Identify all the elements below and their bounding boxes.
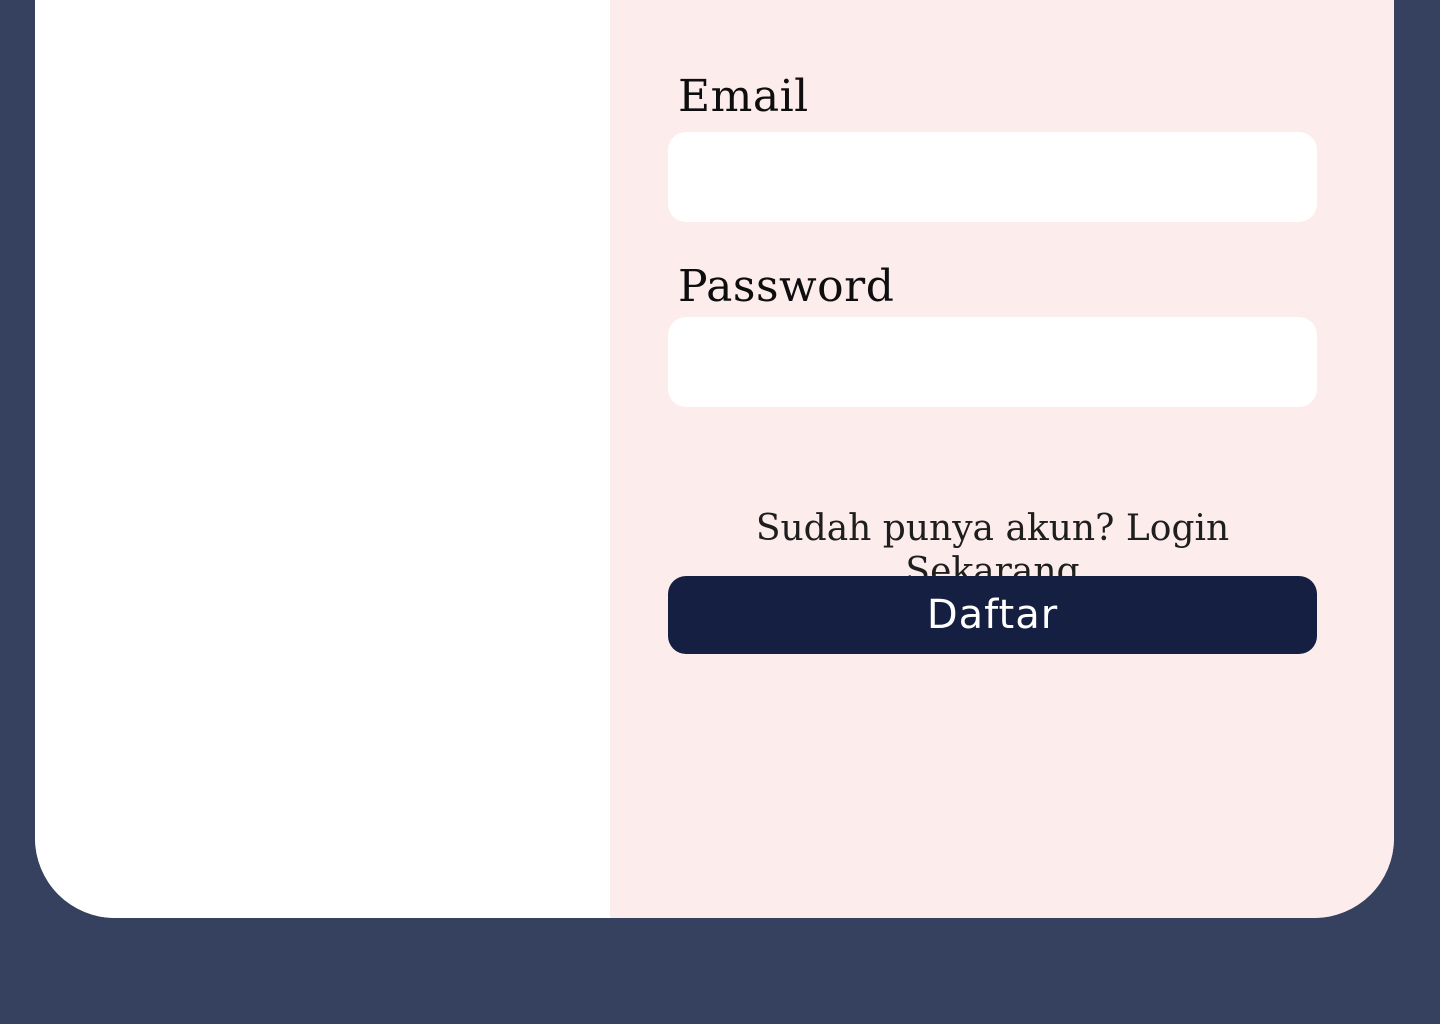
- password-label: Password: [678, 261, 895, 312]
- left-panel: [35, 0, 610, 918]
- register-form-panel: Email Password Sudah punya akun? Login S…: [610, 0, 1394, 918]
- email-field[interactable]: [668, 132, 1317, 222]
- email-label: Email: [678, 71, 809, 122]
- login-prompt-text: Sudah punya akun?: [755, 508, 1115, 549]
- register-button[interactable]: Daftar: [668, 576, 1317, 654]
- password-field[interactable]: [668, 317, 1317, 407]
- register-card: Email Password Sudah punya akun? Login S…: [35, 0, 1394, 918]
